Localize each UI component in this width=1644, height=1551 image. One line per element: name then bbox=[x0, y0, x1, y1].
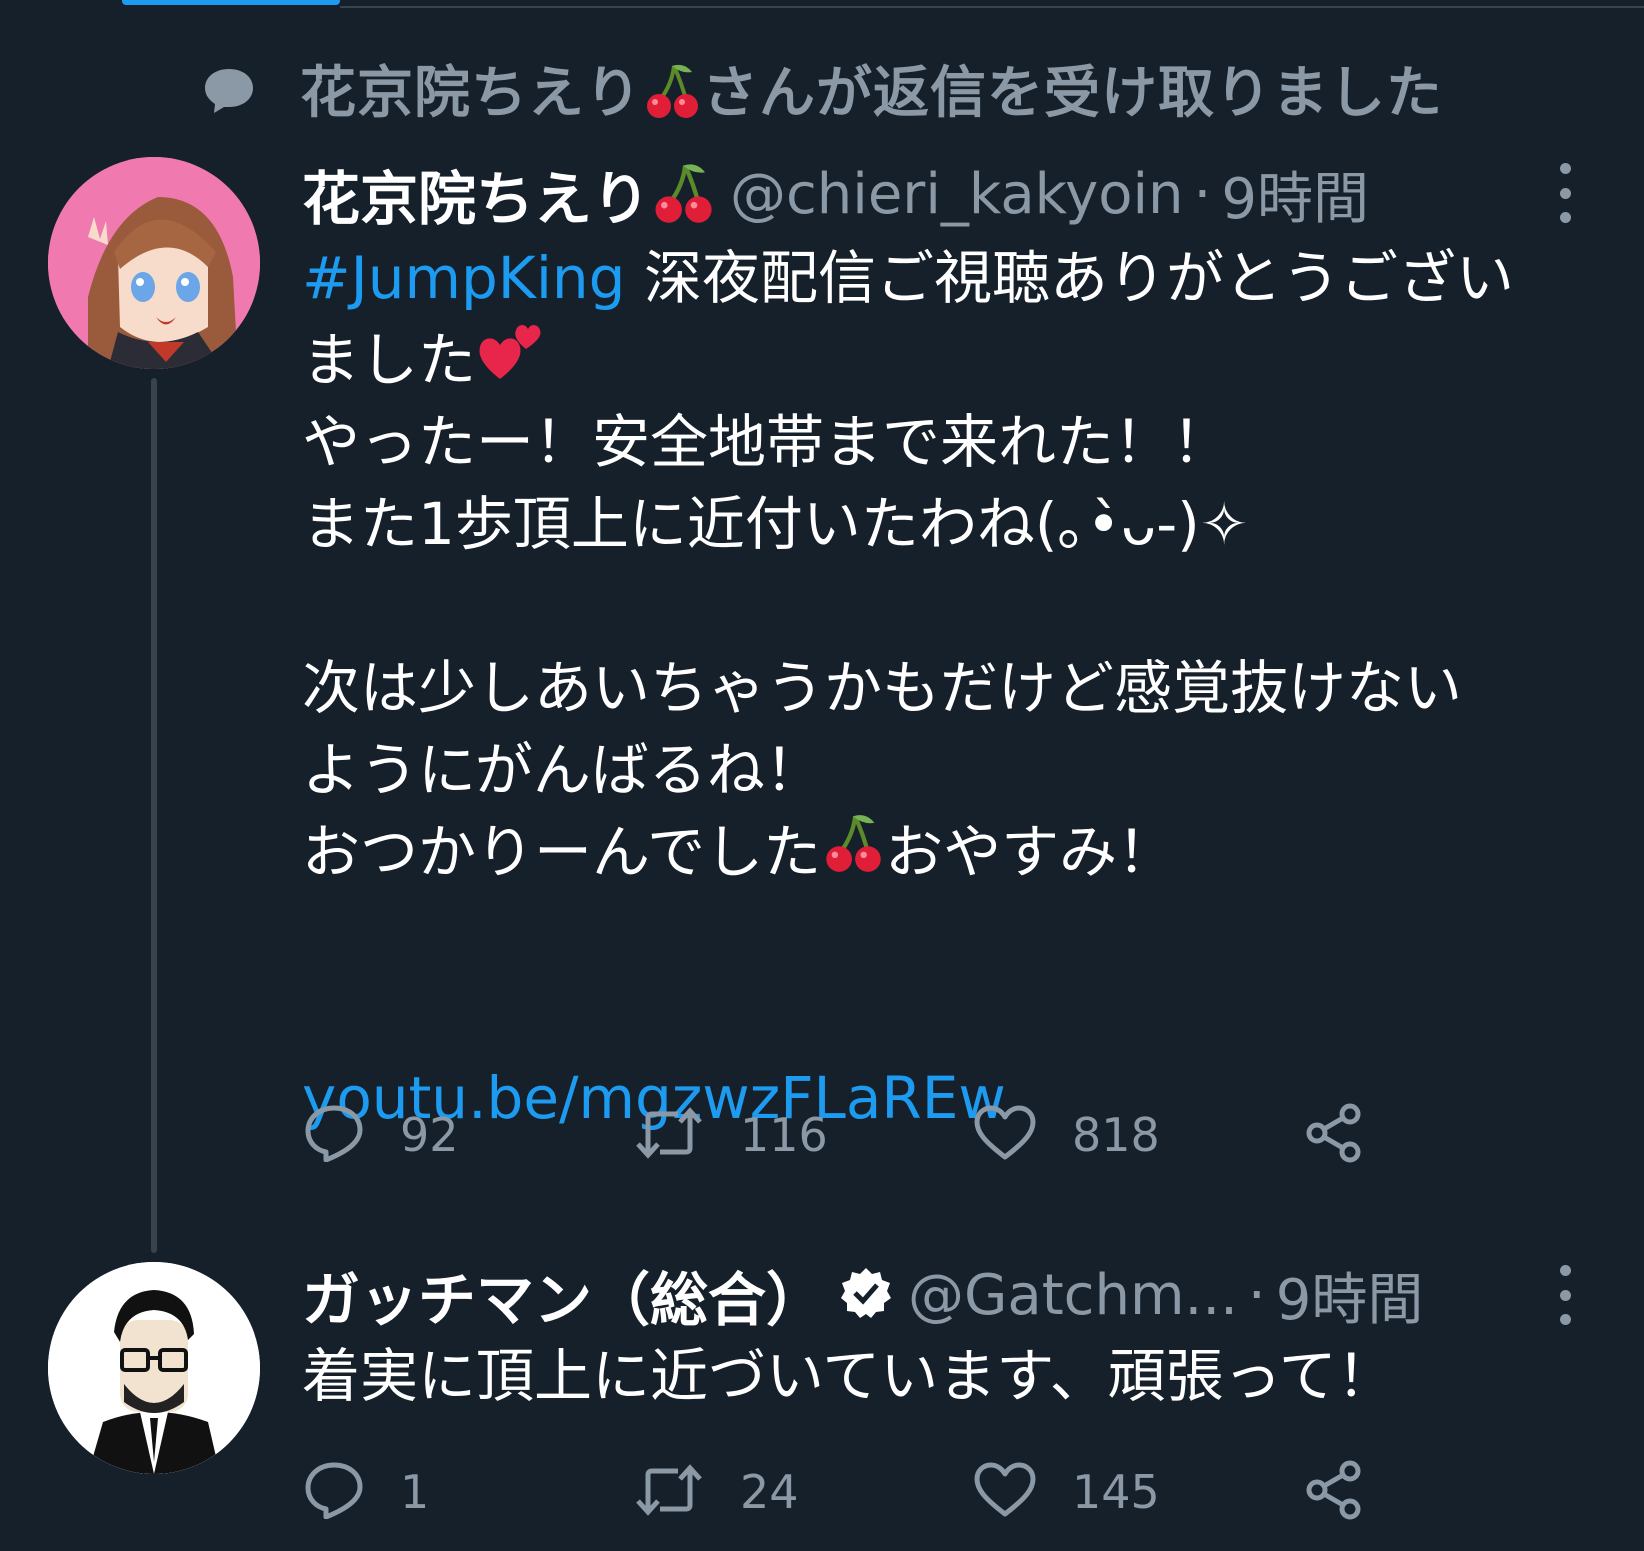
cherry-icon bbox=[650, 159, 716, 229]
reply-button[interactable]: 92 bbox=[304, 1095, 459, 1175]
handle[interactable]: @chieri_kakyoin bbox=[730, 162, 1184, 227]
like-count: 145 bbox=[1072, 1465, 1160, 1519]
share-icon bbox=[1304, 1459, 1364, 1525]
display-name[interactable]: 花京院ちえり bbox=[302, 152, 650, 236]
retweet-icon bbox=[634, 1463, 704, 1521]
social-context[interactable]: 花京院ちえり さんが返信を受け取りました bbox=[200, 56, 1443, 126]
thread-connector bbox=[151, 378, 157, 1253]
tab-divider bbox=[340, 6, 1644, 8]
cherry-icon bbox=[821, 810, 885, 895]
context-name: 花京院ちえり bbox=[300, 61, 642, 127]
share-icon bbox=[1304, 1102, 1364, 1168]
more-icon[interactable] bbox=[1550, 1265, 1580, 1325]
like-button[interactable]: 145 bbox=[974, 1452, 1160, 1532]
share-button[interactable] bbox=[1304, 1452, 1364, 1532]
share-button[interactable] bbox=[1304, 1095, 1364, 1175]
context-label: 花京院ちえり さんが返信を受け取りました bbox=[300, 48, 1443, 134]
retweet-button[interactable]: 24 bbox=[634, 1452, 799, 1532]
reply-icon bbox=[304, 1104, 364, 1166]
tweet-line: おつかりーんでした おやすみ！ bbox=[302, 811, 1622, 893]
active-tab-indicator bbox=[122, 0, 340, 5]
tweet-line-text: おつかりーんでした bbox=[302, 818, 822, 886]
retweet-count: 24 bbox=[740, 1465, 799, 1519]
avatar[interactable] bbox=[48, 1262, 260, 1474]
tweet-line: やったー！安全地帯まで来れた！！ bbox=[302, 408, 1231, 476]
tweet-line-text: ました bbox=[302, 326, 477, 394]
verified-badge-icon bbox=[838, 1265, 894, 1325]
like-icon bbox=[974, 1462, 1036, 1522]
more-icon[interactable] bbox=[1550, 163, 1580, 223]
tweet-line: ました bbox=[302, 319, 1622, 401]
context-suffix: さんが返信を受け取りました bbox=[702, 61, 1443, 127]
tweet-actions: 1 24 145 bbox=[304, 1452, 1404, 1532]
separator: · bbox=[1247, 1262, 1266, 1328]
tweet-header: ガッチマン（総合） @Gatchm... · 9時間 bbox=[302, 1255, 1423, 1335]
reply-icon bbox=[304, 1461, 364, 1523]
display-name[interactable]: ガッチマン（総合） bbox=[302, 1253, 824, 1337]
tweet-text: 着実に頂上に近づいています、頑張って！ bbox=[302, 1335, 1622, 1417]
reply-count: 1 bbox=[400, 1465, 430, 1519]
handle[interactable]: @Gatchm... bbox=[908, 1263, 1238, 1328]
timestamp[interactable]: 9時間 bbox=[1276, 1255, 1424, 1336]
retweet-count: 116 bbox=[740, 1108, 828, 1162]
heart-emoji-icon bbox=[476, 317, 546, 404]
cherry-icon bbox=[642, 60, 702, 134]
tweet-header: 花京院ちえり @chieri_kakyoin · 9時間 bbox=[302, 154, 1369, 234]
tweet-line: ようにがんばるね！ bbox=[302, 736, 823, 804]
tweet-line-text: おやすみ！ bbox=[885, 818, 1176, 886]
reply-count: 92 bbox=[400, 1108, 459, 1162]
separator: · bbox=[1193, 161, 1212, 227]
tweet-line: #JumpKing 深夜配信ご視聴ありがとうござい bbox=[302, 237, 1622, 319]
retweet-icon bbox=[634, 1106, 704, 1164]
reply-button[interactable]: 1 bbox=[304, 1452, 429, 1532]
tweet-actions: 92 116 818 bbox=[304, 1095, 1404, 1175]
speech-bubble-icon bbox=[200, 63, 258, 119]
tweet-line-text: 深夜配信ご視聴ありがとうござい bbox=[625, 244, 1514, 312]
timeline: 花京院ちえり さんが返信を受け取りました 花京院ちえり @chieri_kakyo… bbox=[0, 0, 1644, 1551]
tweet-line: また1歩頂上に近付いたわね(｡•̀ᴗ-)✧ bbox=[302, 490, 1249, 558]
like-icon bbox=[974, 1105, 1036, 1165]
tweet-text: #JumpKing 深夜配信ご視聴ありがとうござい ました やったー！安全地帯ま… bbox=[302, 237, 1622, 1139]
like-count: 818 bbox=[1072, 1108, 1160, 1162]
timestamp[interactable]: 9時間 bbox=[1221, 154, 1369, 235]
tweet-line: 次は少しあいちゃうかもだけど感覚抜けない bbox=[302, 654, 1463, 722]
avatar[interactable] bbox=[48, 157, 260, 369]
like-button[interactable]: 818 bbox=[974, 1095, 1160, 1175]
tweet-line: 着実に頂上に近づいています、頑張って！ bbox=[302, 1342, 1395, 1410]
retweet-button[interactable]: 116 bbox=[634, 1095, 828, 1175]
hashtag-link[interactable]: #JumpKing bbox=[302, 237, 626, 319]
